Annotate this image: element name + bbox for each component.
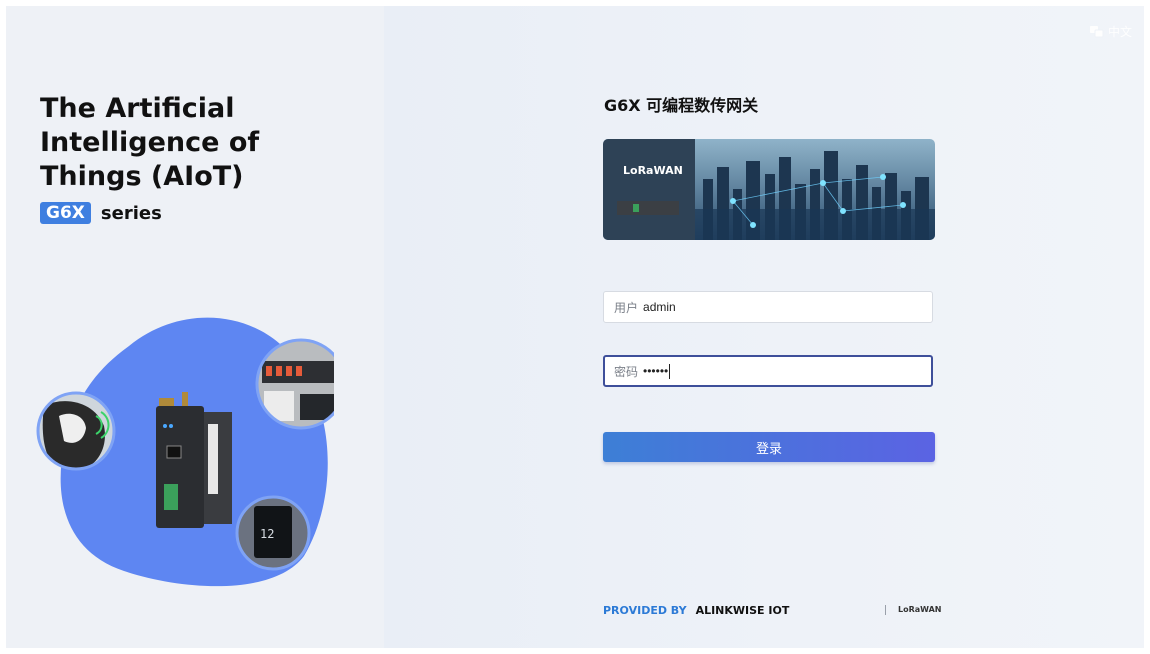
promo-panel: The Artificial Intelligence of Things (A… bbox=[6, 6, 384, 648]
series-label: series bbox=[100, 202, 162, 224]
company-name: ALINKWISE IOT bbox=[695, 604, 790, 617]
username-field[interactable]: 用户 admin bbox=[603, 291, 933, 323]
svg-text:12: 12 bbox=[260, 527, 274, 541]
username-value: admin bbox=[643, 300, 676, 314]
gateway-device-icon bbox=[156, 392, 232, 528]
translate-icon bbox=[1089, 25, 1104, 37]
headline-line-1: The Artificial bbox=[40, 93, 235, 124]
provided-by-label: PROVIDED BY bbox=[603, 604, 687, 617]
text-caret bbox=[669, 363, 671, 379]
password-value: •••••• bbox=[643, 364, 669, 378]
language-label: 中文 bbox=[1107, 25, 1132, 39]
footer: PROVIDED BY ALINKWISE IOT bbox=[603, 604, 789, 617]
series-badge: G6X bbox=[40, 202, 91, 224]
password-label: 密码 bbox=[614, 364, 639, 379]
promo-headline: The Artificial Intelligence of Things (A… bbox=[40, 92, 370, 194]
headline-line-2: Intelligence of bbox=[40, 127, 260, 158]
banner-logo: LoRaWAN bbox=[623, 164, 683, 177]
footer-divider bbox=[885, 605, 886, 615]
login-page: The Artificial Intelligence of Things (A… bbox=[6, 6, 1144, 648]
login-title: G6X 可编程数传网关 bbox=[604, 96, 759, 115]
username-label: 用户 bbox=[614, 300, 639, 315]
language-switch[interactable]: 中文 bbox=[1089, 23, 1132, 40]
lorawan-banner: LoRaWAN bbox=[603, 139, 935, 240]
lorawan-logo: LoRaWAN bbox=[898, 605, 942, 614]
headline-line-3: Things (AIoT) bbox=[40, 161, 244, 192]
series-row: G6X series bbox=[40, 202, 162, 224]
login-button[interactable]: 登录 bbox=[603, 432, 935, 462]
login-panel: 中文 G6X 可编程数传网关 LoRaWAN 用户 admin 密码 •••••… bbox=[384, 6, 1144, 648]
product-illustration: 12 bbox=[36, 317, 334, 587]
password-field[interactable]: 密码 •••••• bbox=[603, 355, 933, 387]
